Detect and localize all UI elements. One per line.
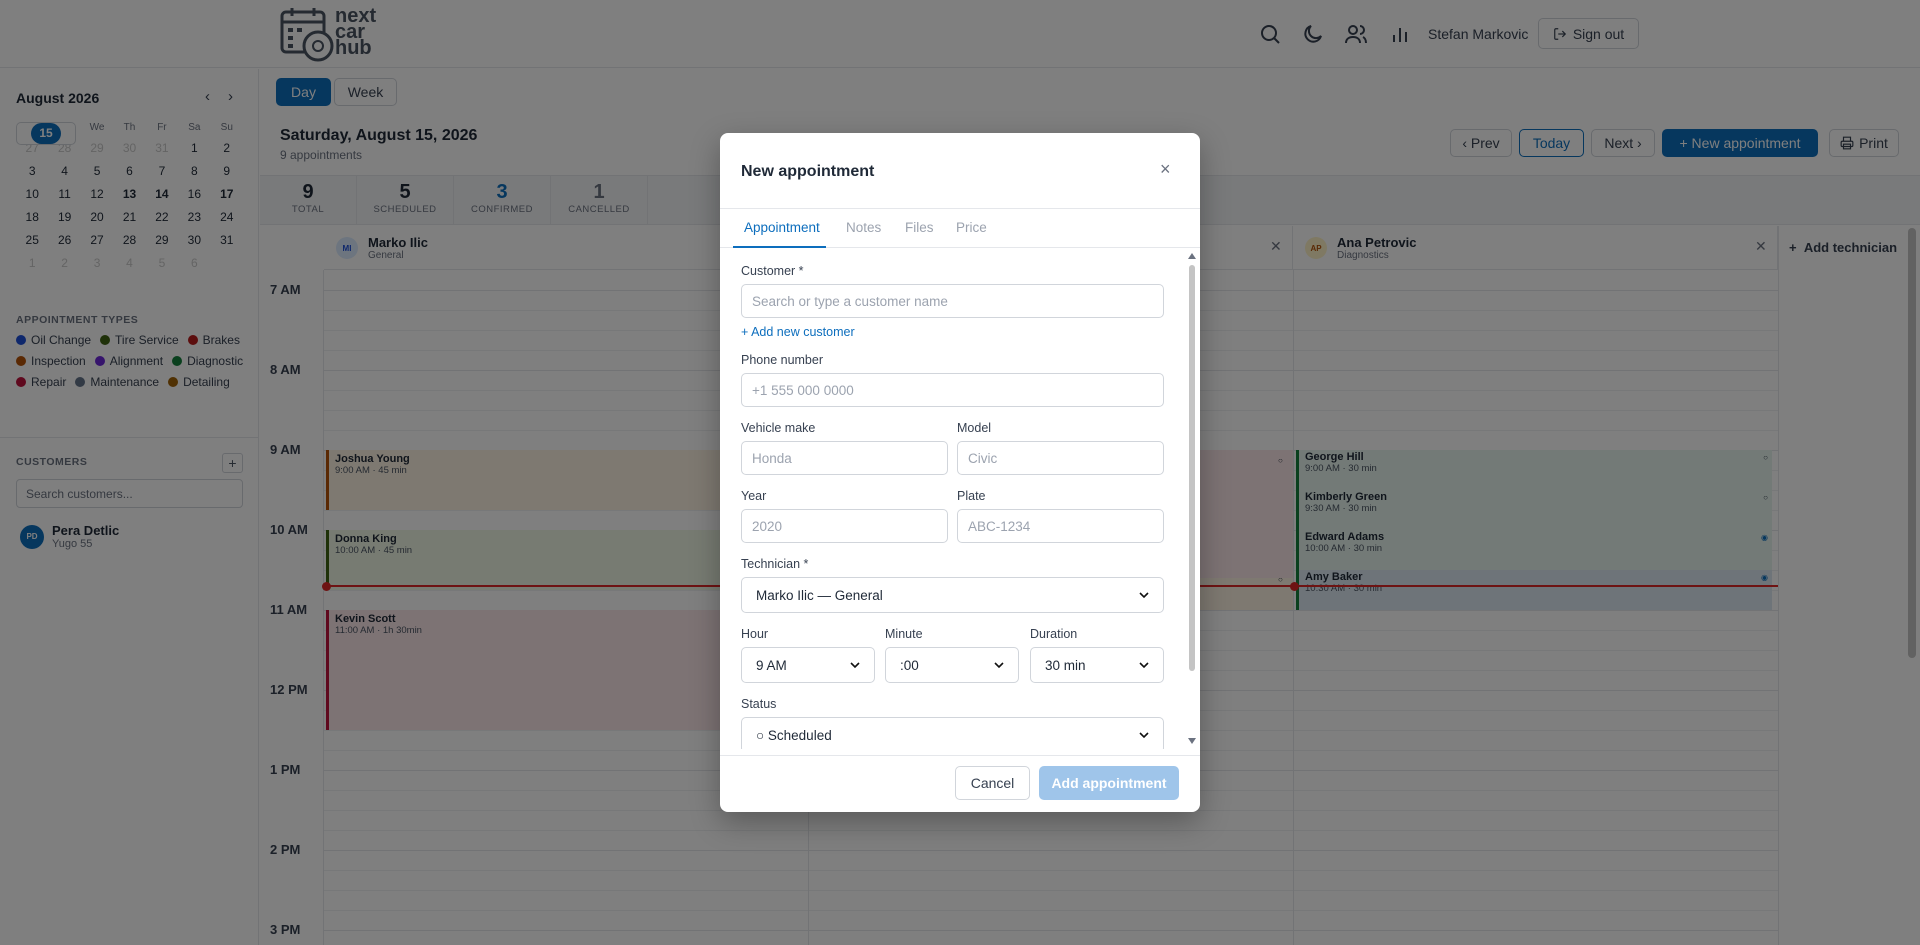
minute-label: Minute [885, 627, 923, 641]
hour-select[interactable]: 9 AM [741, 647, 875, 683]
make-input[interactable] [741, 441, 948, 475]
close-icon[interactable]: × [1160, 159, 1171, 180]
phone-input[interactable] [741, 373, 1164, 407]
add-new-customer-link[interactable]: + Add new customer [741, 325, 855, 339]
cancel-button[interactable]: Cancel [955, 766, 1030, 800]
chevron-down-icon [1139, 728, 1149, 743]
modal-title: New appointment [741, 163, 875, 180]
status-label: Status [741, 697, 777, 711]
duration-label: Duration [1030, 627, 1078, 641]
tab-appointment[interactable]: Appointment [744, 220, 820, 235]
active-tab-indicator [733, 246, 826, 248]
customer-label: Customer * [741, 264, 804, 278]
status-select-value: ○ Scheduled [756, 727, 832, 743]
tab-notes[interactable]: Notes [846, 220, 881, 235]
phone-label: Phone number [741, 353, 824, 367]
chevron-down-icon [1139, 658, 1149, 673]
customer-input[interactable] [741, 284, 1164, 318]
tab-files[interactable]: Files [905, 220, 934, 235]
modal-footer: Cancel Add appointment [720, 755, 1200, 812]
modal-scrollbar[interactable] [1186, 251, 1198, 746]
modal-form: Customer * + Add new customer Phone numb… [720, 249, 1200, 749]
model-label: Model [957, 421, 992, 435]
minute-select[interactable]: :00 [885, 647, 1019, 683]
year-input[interactable] [741, 509, 948, 543]
plate-input[interactable] [957, 509, 1164, 543]
make-label: Vehicle make [741, 421, 816, 435]
new-appointment-modal: New appointment × Appointment Notes File… [720, 133, 1200, 812]
add-appointment-button[interactable]: Add appointment [1039, 766, 1179, 800]
chevron-down-icon [994, 658, 1004, 673]
duration-select[interactable]: 30 min [1030, 647, 1164, 683]
tab-price[interactable]: Price [956, 220, 987, 235]
duration-select-value: 30 min [1045, 657, 1086, 673]
status-select[interactable]: ○ Scheduled [741, 717, 1164, 749]
chevron-down-icon [1139, 588, 1149, 603]
chevron-down-icon [850, 658, 860, 673]
modal-tabs: Appointment Notes Files Price [720, 208, 1200, 248]
model-input[interactable] [957, 441, 1164, 475]
plate-label: Plate [957, 489, 986, 503]
year-label: Year [741, 489, 767, 503]
hour-select-value: 9 AM [756, 657, 787, 673]
hour-label: Hour [741, 627, 769, 641]
minute-select-value: :00 [900, 657, 919, 673]
technician-select-value: Marko Ilic — General [756, 587, 883, 603]
technician-label: Technician * [741, 557, 809, 571]
technician-select[interactable]: Marko Ilic — General [741, 577, 1164, 613]
